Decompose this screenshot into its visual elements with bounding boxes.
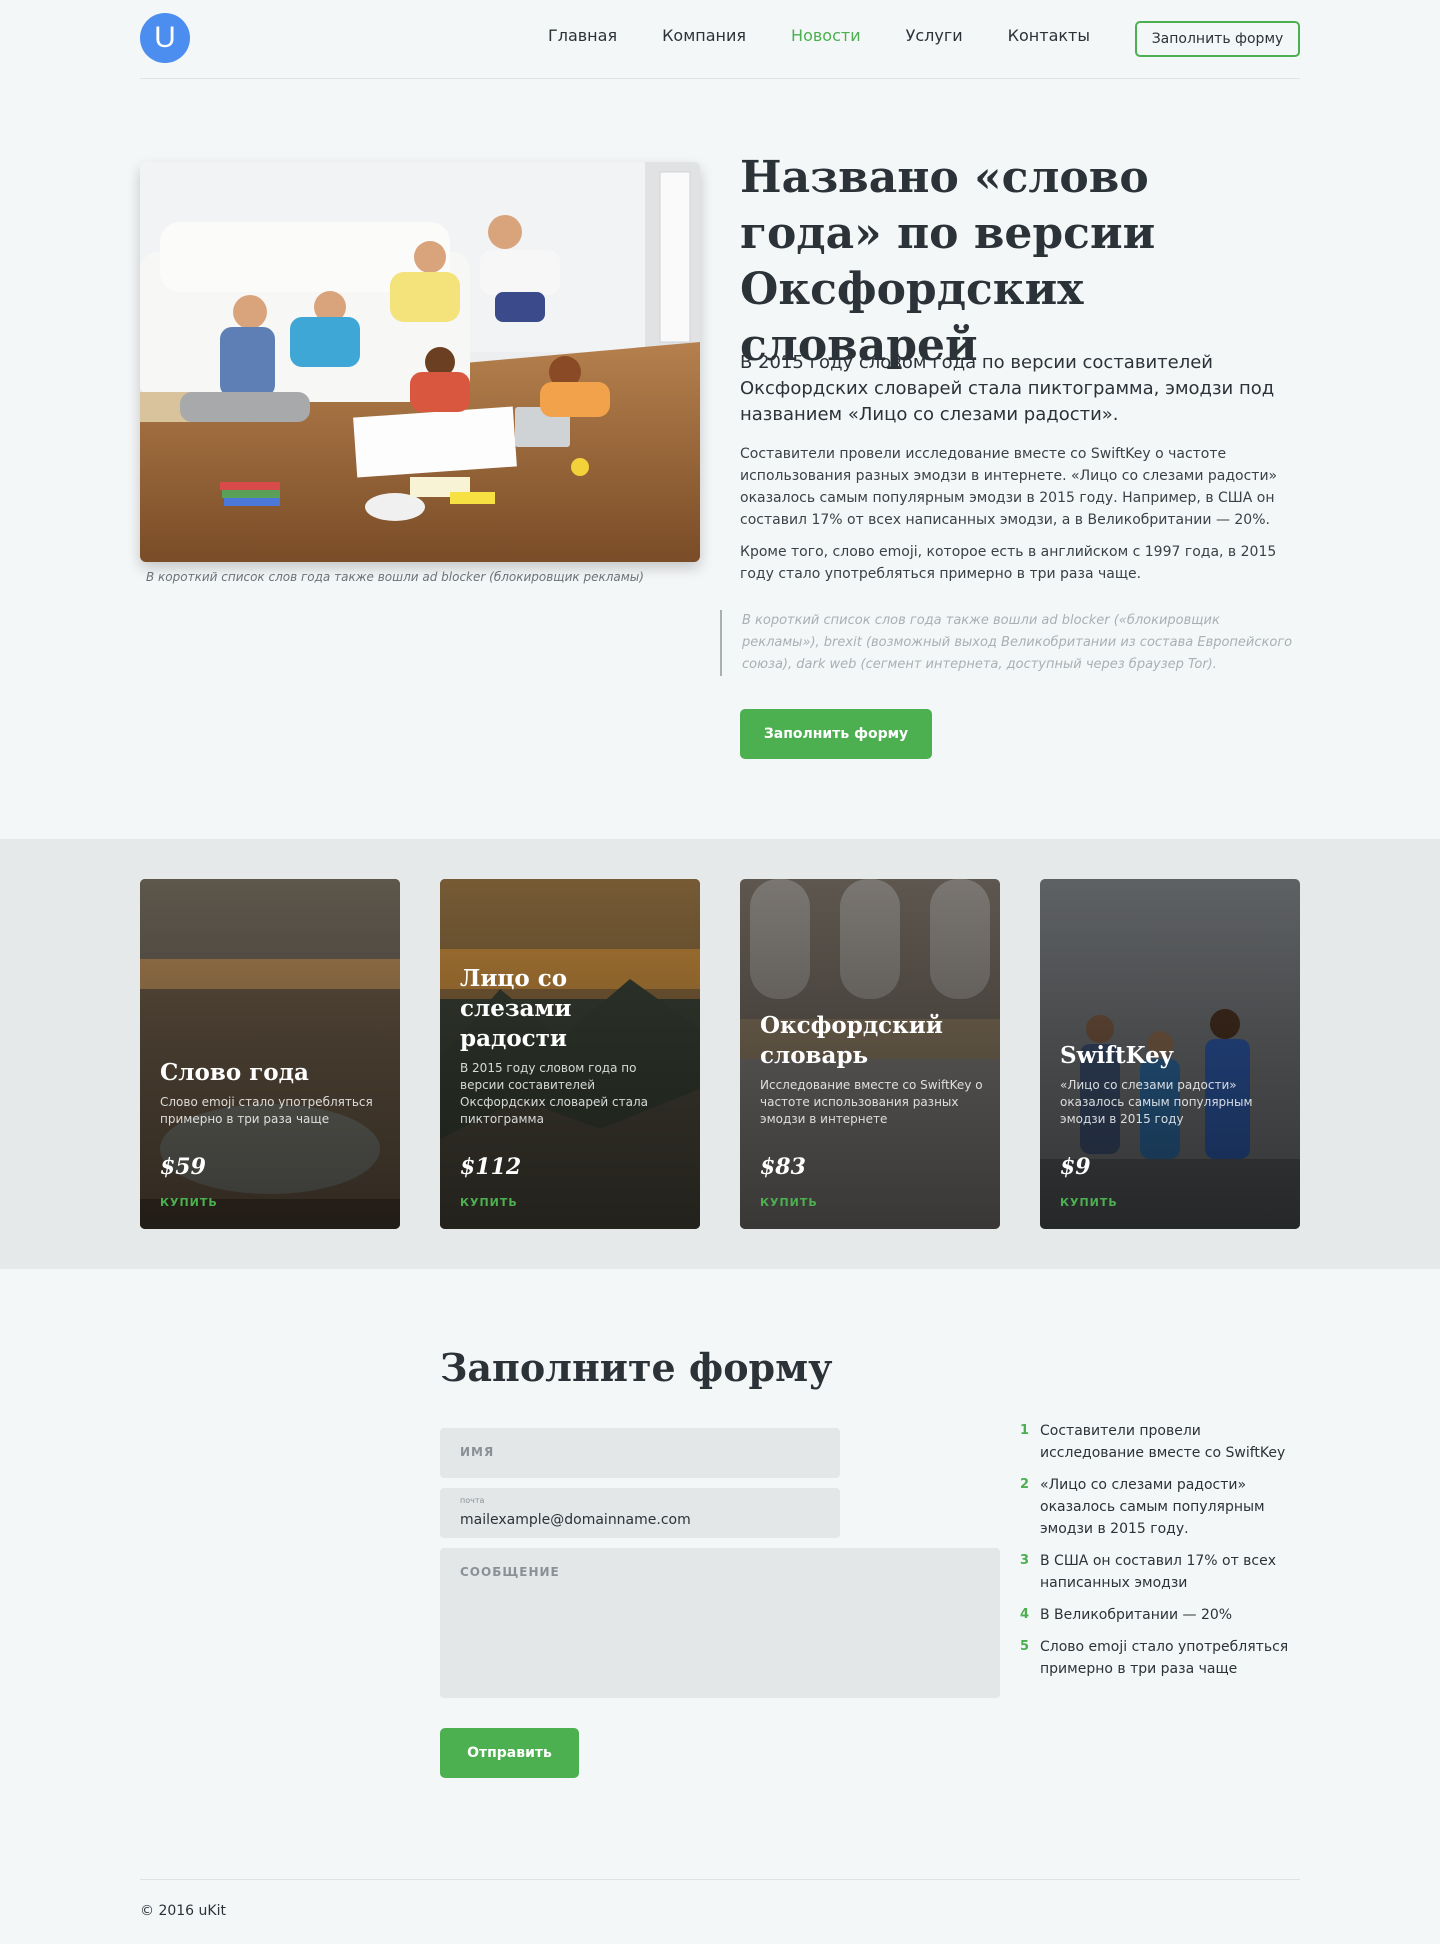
hero-photo-illustration: [140, 162, 700, 562]
product-card[interactable]: Слово года Слово emoji стало употреблять…: [140, 879, 400, 1229]
email-value: mailexample@domainname.com: [460, 1512, 691, 1528]
copyright: © 2016 uKit: [140, 1903, 226, 1919]
product-card[interactable]: Оксфордский словарь Исследование вместе …: [740, 879, 1000, 1229]
hero-paragraph-2: Кроме того, слово emoji, которое есть в …: [740, 544, 1277, 582]
submit-button[interactable]: Отправить: [440, 1728, 579, 1778]
logo[interactable]: U: [140, 13, 190, 63]
list-text: «Лицо со слезами радости» оказалось самы…: [1040, 1477, 1265, 1537]
list-text: Слово emoji стало употребляться примерно…: [1040, 1639, 1289, 1677]
list-number: 3: [1020, 1553, 1030, 1568]
form-title: Заполните форму: [440, 1345, 833, 1390]
product-card[interactable]: SwiftKey «Лицо со слезами радости» оказа…: [1040, 879, 1300, 1229]
card-title: SwiftKey: [1060, 1042, 1174, 1069]
card-description: Слово emoji стало употребляться примерно…: [160, 1095, 373, 1126]
list-item: 4 В Великобритании — 20%: [1020, 1604, 1300, 1626]
nav-item-home[interactable]: Главная: [548, 26, 617, 45]
email-field[interactable]: почта mailexample@domainname.com: [440, 1488, 840, 1538]
list-item: 2 «Лицо со слезами радости» оказалось сам…: [1020, 1474, 1300, 1540]
facts-list: 1 Составители провели исследование вместе…: [1020, 1420, 1300, 1690]
list-item: 3 В США он составил 17% от всех написанны…: [1020, 1550, 1300, 1594]
card-description: В 2015 году словом года по версии состав…: [460, 1061, 648, 1126]
card-title: Оксфордский словарь: [760, 1012, 943, 1069]
main-nav: Главная Компания Новости Услуги Контакты: [548, 26, 1090, 45]
hero-lead: В 2015 году словом года по версии состав…: [740, 352, 1275, 425]
list-item: 5 Слово emoji стало употребляться примерн…: [1020, 1636, 1300, 1680]
nav-item-company[interactable]: Компания: [662, 26, 746, 45]
list-text: В Великобритании — 20%: [1040, 1607, 1233, 1623]
buy-link[interactable]: КУПИТЬ: [1060, 1196, 1284, 1209]
hero-image: [140, 162, 700, 562]
list-number: 1: [1020, 1423, 1030, 1438]
header-form-button[interactable]: Заполнить форму: [1135, 21, 1300, 57]
list-number: 2: [1020, 1477, 1030, 1492]
card-description: Исследование вместе со SwiftKey о частот…: [760, 1078, 983, 1126]
card-title: Слово года: [160, 1059, 309, 1086]
hero-image-caption: В короткий список слов года также вошли …: [146, 570, 644, 584]
card-title: Лицо со слезами радости: [460, 965, 572, 1052]
card-description: «Лицо со слезами радости» оказалось самы…: [1060, 1078, 1253, 1126]
buy-link[interactable]: КУПИТЬ: [160, 1196, 384, 1209]
hero-form-button[interactable]: Заполнить форму: [740, 709, 932, 759]
name-placeholder: ИМЯ: [460, 1445, 495, 1459]
list-text: В США он составил 17% от всех написанных…: [1040, 1553, 1277, 1591]
footer-divider: [140, 1879, 1300, 1880]
product-card[interactable]: Лицо со слезами радости В 2015 году слов…: [440, 879, 700, 1229]
message-field[interactable]: СООБЩЕНИЕ: [440, 1548, 1000, 1698]
nav-item-services[interactable]: Услуги: [906, 26, 963, 45]
list-number: 4: [1020, 1607, 1030, 1622]
card-price: $83: [760, 1154, 806, 1180]
hero-paragraph-1: Составители провели исследование вместе …: [740, 446, 1278, 528]
page-title: Названо «слово года» по версии Оксфордск…: [740, 152, 1156, 371]
card-price: $112: [460, 1154, 522, 1180]
hero-quote: В короткий список слов года также вошли …: [720, 610, 1300, 676]
message-placeholder: СООБЩЕНИЕ: [460, 1565, 560, 1579]
nav-item-contacts[interactable]: Контакты: [1008, 26, 1090, 45]
buy-link[interactable]: КУПИТЬ: [760, 1196, 984, 1209]
buy-link[interactable]: КУПИТЬ: [460, 1196, 684, 1209]
list-item: 1 Составители провели исследование вместе…: [1020, 1420, 1300, 1464]
nav-item-news[interactable]: Новости: [791, 26, 861, 45]
list-text: Составители провели исследование вместе …: [1040, 1423, 1286, 1461]
card-price: $59: [160, 1154, 206, 1180]
name-field[interactable]: ИМЯ: [440, 1428, 840, 1478]
email-label: почта: [460, 1496, 485, 1505]
site-header: U Главная Компания Новости Услуги Контак…: [140, 0, 1300, 79]
list-number: 5: [1020, 1639, 1030, 1654]
card-price: $9: [1060, 1154, 1091, 1180]
